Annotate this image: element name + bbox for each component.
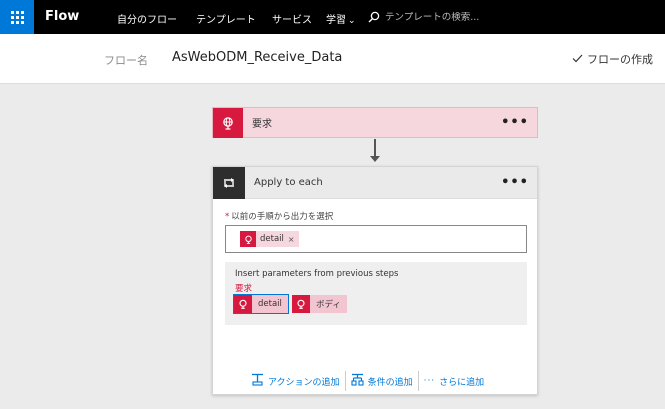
divider (417, 371, 419, 391)
request-globe-icon (234, 295, 252, 313)
add-action-label: アクションの追加 (268, 377, 340, 388)
search-icon (368, 11, 380, 23)
detail-token[interactable]: detail × (240, 231, 299, 247)
nav-item-learn[interactable]: 学習 ⌄ (326, 11, 356, 26)
create-flow-button[interactable]: フローの作成 (572, 51, 653, 67)
more-options-icon[interactable]: ••• (501, 115, 529, 130)
nav-item-my-flows[interactable]: 自分のフロー (117, 11, 177, 26)
create-flow-label: フローの作成 (587, 53, 653, 66)
divider (344, 371, 346, 391)
add-condition-label: 条件の追加 (367, 377, 413, 388)
flow-name-label: フロー名 (104, 54, 148, 67)
app-launcher-icon[interactable] (0, 0, 34, 34)
connector-arrow-icon (370, 156, 380, 162)
apply-to-each-card: Apply to each ••• * 以前の手順から出力を選択 detail ×… (212, 166, 538, 395)
trigger-title: 要求 (252, 119, 272, 130)
more-dots-icon: ··· (423, 376, 436, 386)
add-action-icon (251, 373, 264, 389)
request-globe-icon (240, 231, 256, 247)
chevron-down-icon: ⌄ (348, 16, 356, 26)
search-input[interactable] (385, 11, 505, 23)
flow-name-field[interactable]: AsWebODM_Receive_Data (172, 50, 342, 65)
dynamic-content-panel: Insert parameters from previous steps 要求… (225, 262, 527, 325)
request-globe-icon (292, 295, 310, 313)
chip-label: detail (258, 299, 282, 309)
dynamic-chip-body[interactable]: ボディ (292, 295, 347, 313)
select-output-label: * 以前の手順から出力を選択 (225, 210, 333, 222)
select-output-label-text: 以前の手順から出力を選択 (231, 212, 334, 222)
nav-item-learn-label: 学習 (326, 15, 346, 26)
brand-title[interactable]: Flow (45, 9, 79, 24)
request-globe-icon (213, 107, 243, 138)
dynamic-chip-detail[interactable]: detail (233, 294, 289, 314)
loop-icon (213, 166, 245, 199)
flow-header: フロー名 AsWebODM_Receive_Data フローの作成 (0, 34, 665, 84)
required-marker: * (225, 212, 230, 222)
dynamic-content-group: 要求 (235, 284, 253, 294)
more-options-icon[interactable]: ••• (501, 175, 529, 190)
add-condition-icon (351, 373, 364, 389)
token-label: detail (260, 234, 284, 244)
dynamic-content-title: Insert parameters from previous steps (235, 269, 399, 279)
more-add-label: さらに追加 (439, 377, 485, 388)
checkmark-icon (572, 53, 583, 66)
top-nav-bar: Flow 自分のフロー テンプレート サービス 学習 ⌄ (0, 0, 665, 34)
apply-to-each-header[interactable]: Apply to each ••• (213, 166, 537, 199)
apply-to-each-title: Apply to each (254, 177, 323, 188)
select-output-input[interactable]: detail × (225, 225, 527, 253)
chip-label: ボディ (316, 300, 341, 310)
remove-token-icon[interactable]: × (288, 235, 299, 244)
add-condition-button[interactable]: 条件の追加 (347, 373, 417, 389)
nav-item-services[interactable]: サービス (272, 11, 312, 26)
add-action-button[interactable]: アクションの追加 (247, 373, 344, 389)
nav-item-templates[interactable]: テンプレート (196, 11, 256, 26)
trigger-card-request[interactable]: 要求 ••• (212, 107, 538, 138)
search-box[interactable] (368, 8, 505, 26)
more-add-button[interactable]: ··· さらに追加 (420, 375, 489, 388)
action-bar: アクションの追加 条件の追加 ··· さらに追加 (247, 371, 488, 391)
